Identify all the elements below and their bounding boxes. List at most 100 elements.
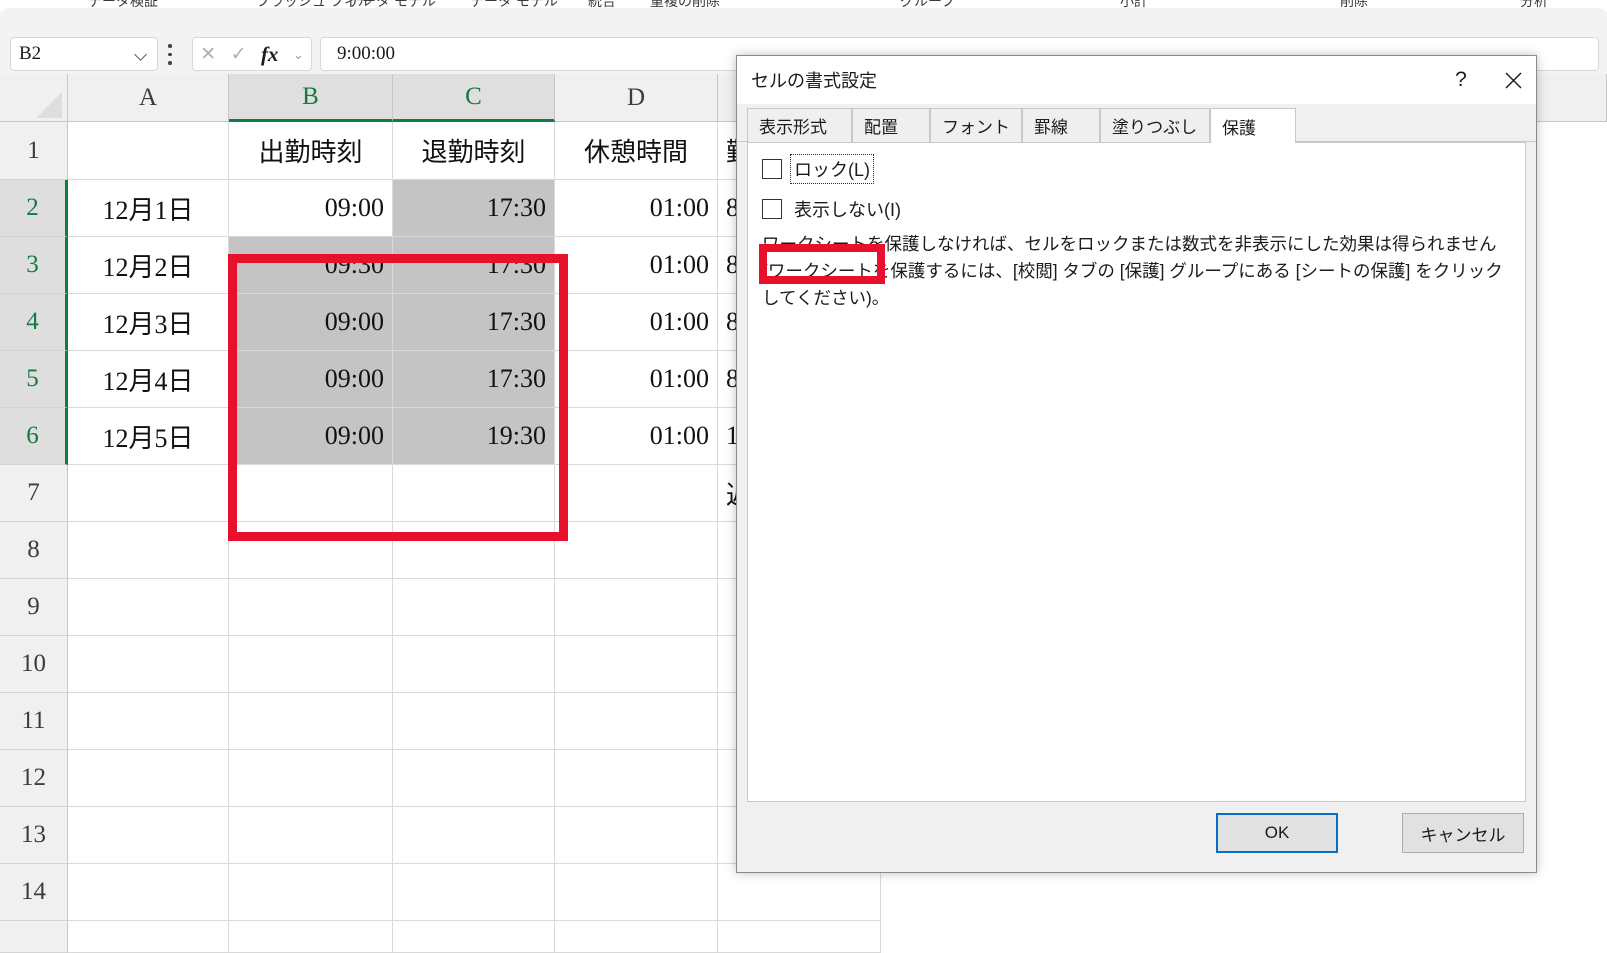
row-header-2[interactable]: 2 <box>0 180 68 237</box>
cell-c9[interactable] <box>393 579 555 636</box>
cell-b2[interactable]: 09:00 <box>229 180 393 237</box>
cell-c5[interactable]: 17:30 <box>393 351 555 408</box>
more-options-icon[interactable] <box>168 44 174 66</box>
cell-a9[interactable] <box>68 579 229 636</box>
cell-b8[interactable] <box>229 522 393 579</box>
cell-c14[interactable] <box>393 864 555 921</box>
row-header-13[interactable]: 13 <box>0 807 68 864</box>
cell-c4[interactable]: 17:30 <box>393 294 555 351</box>
column-header-j[interactable] <box>1533 74 1607 122</box>
select-all-corner[interactable] <box>0 74 68 122</box>
tab-font[interactable]: フォント <box>930 108 1022 142</box>
cell-c15[interactable] <box>393 921 555 953</box>
cell-a3[interactable]: 12月2日 <box>68 237 229 294</box>
row-header-11[interactable]: 11 <box>0 693 68 750</box>
row-header-1[interactable]: 1 <box>0 122 68 180</box>
cancel-entry-icon[interactable]: ✕ <box>200 45 216 64</box>
column-header-c[interactable]: C <box>393 74 555 122</box>
row-header-5[interactable]: 5 <box>0 351 68 408</box>
row-header-9[interactable]: 9 <box>0 579 68 636</box>
cell-c13[interactable] <box>393 807 555 864</box>
cell-a7[interactable] <box>68 465 229 522</box>
cell-d9[interactable] <box>555 579 718 636</box>
cell-d7[interactable] <box>555 465 718 522</box>
cell-a6[interactable]: 12月5日 <box>68 408 229 465</box>
cell-c7[interactable] <box>393 465 555 522</box>
row-header-4[interactable]: 4 <box>0 294 68 351</box>
checkbox-icon[interactable] <box>762 199 782 219</box>
confirm-entry-icon[interactable]: ✓ <box>231 45 247 64</box>
row-header-12[interactable]: 12 <box>0 750 68 807</box>
hidden-checkbox-label[interactable]: 表示しない(I) <box>791 195 904 223</box>
cell-b10[interactable] <box>229 636 393 693</box>
cell-c3[interactable]: 17:30 <box>393 237 555 294</box>
cell-a11[interactable] <box>68 693 229 750</box>
cell-d10[interactable] <box>555 636 718 693</box>
cell-b7[interactable] <box>229 465 393 522</box>
cell-a4[interactable]: 12月3日 <box>68 294 229 351</box>
row-header-6[interactable]: 6 <box>0 408 68 465</box>
tab-number[interactable]: 表示形式 <box>747 108 852 142</box>
close-icon[interactable] <box>1490 56 1536 104</box>
cell-c6[interactable]: 19:30 <box>393 408 555 465</box>
name-box[interactable]: B2 <box>10 37 158 71</box>
tab-border[interactable]: 罫線 <box>1022 108 1100 142</box>
help-button[interactable]: ? <box>1438 56 1484 104</box>
cancel-button[interactable]: キャンセル <box>1402 813 1524 853</box>
insert-function-icon[interactable]: fx <box>261 43 279 65</box>
hidden-checkbox-row[interactable]: 表示しない(I) <box>762 195 904 223</box>
cell-d5[interactable]: 01:00 <box>555 351 718 408</box>
chevron-down-icon[interactable]: ⌄ <box>293 48 304 61</box>
cell-d1[interactable]: 休憩時間 <box>555 122 718 180</box>
cell-d2[interactable]: 01:00 <box>555 180 718 237</box>
cell-d11[interactable] <box>555 693 718 750</box>
cell-a5[interactable]: 12月4日 <box>68 351 229 408</box>
column-header-a[interactable]: A <box>68 74 229 122</box>
cell-c12[interactable] <box>393 750 555 807</box>
tab-fill[interactable]: 塗りつぶし <box>1100 108 1210 142</box>
row-header-10[interactable]: 10 <box>0 636 68 693</box>
column-header-d[interactable]: D <box>555 74 718 122</box>
cell-b12[interactable] <box>229 750 393 807</box>
cell-a8[interactable] <box>68 522 229 579</box>
cell-a15[interactable] <box>68 921 229 953</box>
cell-a13[interactable] <box>68 807 229 864</box>
cell-d14[interactable] <box>555 864 718 921</box>
checkbox-icon[interactable] <box>762 159 782 179</box>
cell-d6[interactable]: 01:00 <box>555 408 718 465</box>
cell-b14[interactable] <box>229 864 393 921</box>
cell-d8[interactable] <box>555 522 718 579</box>
cell-b3[interactable]: 09:30 <box>229 237 393 294</box>
row-header-15[interactable] <box>0 921 68 953</box>
cell-b5[interactable]: 09:00 <box>229 351 393 408</box>
row-header-8[interactable]: 8 <box>0 522 68 579</box>
row-header-3[interactable]: 3 <box>0 237 68 294</box>
cell-b4[interactable]: 09:00 <box>229 294 393 351</box>
cell-d12[interactable] <box>555 750 718 807</box>
cell-d15[interactable] <box>555 921 718 953</box>
cell-a2[interactable]: 12月1日 <box>68 180 229 237</box>
tab-alignment[interactable]: 配置 <box>852 108 930 142</box>
cell-a10[interactable] <box>68 636 229 693</box>
cell-c1[interactable]: 退勤時刻 <box>393 122 555 180</box>
cell-b15[interactable] <box>229 921 393 953</box>
cell-b13[interactable] <box>229 807 393 864</box>
cell-e15[interactable] <box>718 921 881 953</box>
cell-a12[interactable] <box>68 750 229 807</box>
row-header-14[interactable]: 14 <box>0 864 68 921</box>
cell-c2[interactable]: 17:30 <box>393 180 555 237</box>
cell-b1[interactable]: 出勤時刻 <box>229 122 393 180</box>
column-header-b[interactable]: B <box>229 74 393 122</box>
cell-b9[interactable] <box>229 579 393 636</box>
cell-d13[interactable] <box>555 807 718 864</box>
row-header-7[interactable]: 7 <box>0 465 68 522</box>
locked-checkbox-label[interactable]: ロック(L) <box>790 154 874 184</box>
cell-b11[interactable] <box>229 693 393 750</box>
tab-protection[interactable]: 保護 <box>1210 108 1296 143</box>
cell-a1[interactable] <box>68 122 229 180</box>
cell-d3[interactable]: 01:00 <box>555 237 718 294</box>
cell-c11[interactable] <box>393 693 555 750</box>
cell-a14[interactable] <box>68 864 229 921</box>
cell-d4[interactable]: 01:00 <box>555 294 718 351</box>
chevron-down-icon[interactable] <box>135 50 149 58</box>
